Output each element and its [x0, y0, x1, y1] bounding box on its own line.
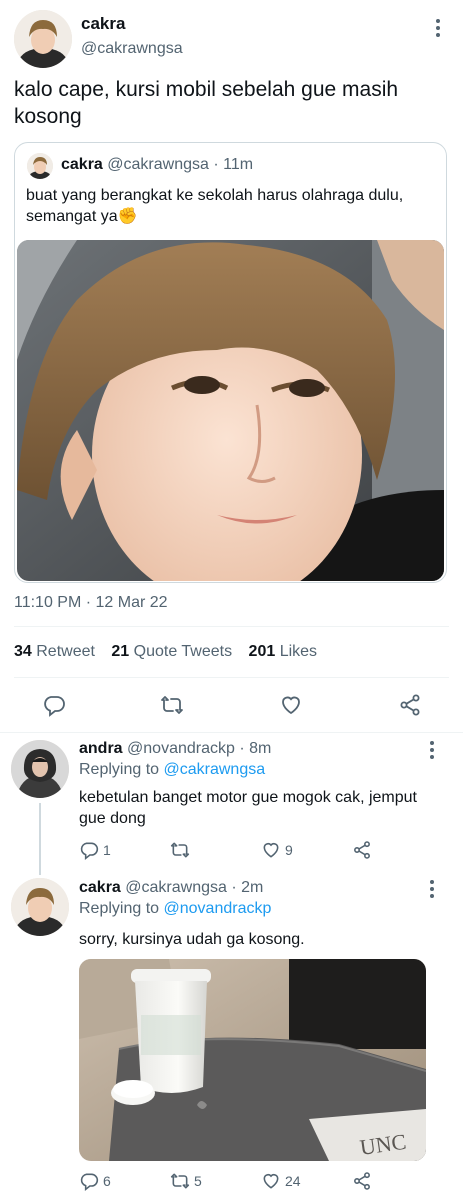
quoted-tweet-image[interactable] [17, 240, 444, 581]
tweet-stats: 34 Retweet 21 Quote Tweets 201 Likes [14, 643, 317, 661]
reply2-author-name[interactable]: cakra [79, 879, 121, 896]
reply1-time[interactable]: 8m [249, 740, 271, 757]
reply1-retweet-button[interactable] [170, 840, 194, 860]
quoted-tweet-text: buat yang berangkat ke sekolah harus ola… [26, 187, 404, 225]
share-icon [354, 1172, 370, 1190]
reply-button[interactable] [42, 693, 66, 717]
reply2-like-button[interactable]: 24 [261, 1171, 301, 1191]
like-icon [263, 1173, 279, 1189]
share-button[interactable] [398, 693, 422, 717]
retweets-count: 34 [14, 643, 32, 660]
quotes-count: 21 [111, 643, 130, 660]
reply-icon [80, 1173, 99, 1191]
share-icon [354, 841, 370, 859]
retweets-label: Retweet [36, 643, 95, 660]
reply2-retweet-count: 5 [194, 1173, 202, 1189]
reply1-author-avatar[interactable] [11, 740, 69, 798]
reply1-reply-button[interactable]: 1 [79, 840, 111, 860]
reply2-reply-count: 6 [103, 1173, 111, 1189]
reply2-time[interactable]: 2m [241, 879, 263, 896]
retweets-stat[interactable]: 34 Retweet [14, 643, 99, 660]
reply2-separator: · [231, 879, 237, 896]
reply2-share-button[interactable] [352, 1171, 372, 1191]
quotes-stat[interactable]: 21 Quote Tweets [111, 643, 236, 660]
reply1-like-count: 9 [285, 842, 293, 858]
retweet-button[interactable] [160, 693, 184, 717]
main-author-name[interactable]: cakra [81, 14, 125, 34]
retweet-icon [161, 696, 183, 714]
main-author-handle[interactable]: @cakrawngsa [81, 40, 183, 58]
reply-icon [44, 696, 65, 717]
reply2-reply-button[interactable]: 6 [79, 1171, 111, 1191]
quotes-label: Quote Tweets [133, 643, 233, 660]
likes-count: 201 [248, 643, 276, 660]
more-icon[interactable] [428, 16, 448, 40]
main-author-avatar[interactable] [14, 10, 72, 68]
like-icon [282, 696, 300, 715]
quoted-separator: · [213, 156, 219, 173]
reply2-image[interactable]: UNC [79, 959, 426, 1161]
quoted-author-avatar [27, 153, 53, 179]
reply1-more-icon[interactable] [422, 738, 442, 762]
reply2-like-count: 24 [285, 1173, 301, 1189]
reply2-replying-to-link[interactable]: @novandrackp [164, 900, 272, 917]
reply1-replying-prefix: Replying to [79, 761, 160, 778]
reply2-author-avatar[interactable] [11, 878, 69, 936]
reply2-replying-prefix: Replying to [79, 900, 160, 917]
reply1-like-button[interactable]: 9 [261, 840, 293, 860]
quoted-time: 11m [223, 156, 254, 173]
quoted-tweet-card[interactable]: cakra @cakrawngsa · 11m buat yang berang… [14, 142, 447, 583]
like-button[interactable] [279, 693, 303, 717]
like-icon [263, 842, 279, 858]
likes-label: Likes [279, 643, 318, 660]
retweet-icon [170, 842, 190, 858]
reply1-replying-to-link[interactable]: @cakrawngsa [164, 761, 266, 778]
retweet-icon [170, 1173, 190, 1189]
reply-icon [80, 842, 99, 860]
reply2-text: sorry, kursinya udah ga kosong. [79, 931, 305, 948]
reply1-author-name[interactable]: andra [79, 740, 123, 757]
main-tweet-text: kalo cape, kursi mobil sebelah gue masih… [14, 78, 399, 128]
reply1-reply-count: 1 [103, 842, 111, 858]
share-icon [400, 694, 420, 716]
reply1-separator: · [239, 740, 245, 757]
thread-line [39, 803, 41, 875]
reply1-text: kebetulan banget motor gue mogok cak, je… [79, 789, 417, 827]
reply2-author-handle[interactable]: @cakrawngsa [125, 879, 227, 896]
quoted-author-handle: @cakrawngsa [107, 156, 209, 173]
reply2-retweet-button[interactable]: 5 [170, 1171, 202, 1191]
likes-stat[interactable]: 201 Likes [249, 643, 318, 660]
reply2-more-icon[interactable] [422, 877, 442, 901]
quoted-author-name: cakra [61, 156, 103, 173]
tweet-timestamp[interactable]: 11:10 PM · 12 Mar 22 [14, 594, 168, 612]
reply1-author-handle[interactable]: @novandrackp [127, 740, 235, 757]
reply1-share-button[interactable] [352, 840, 372, 860]
